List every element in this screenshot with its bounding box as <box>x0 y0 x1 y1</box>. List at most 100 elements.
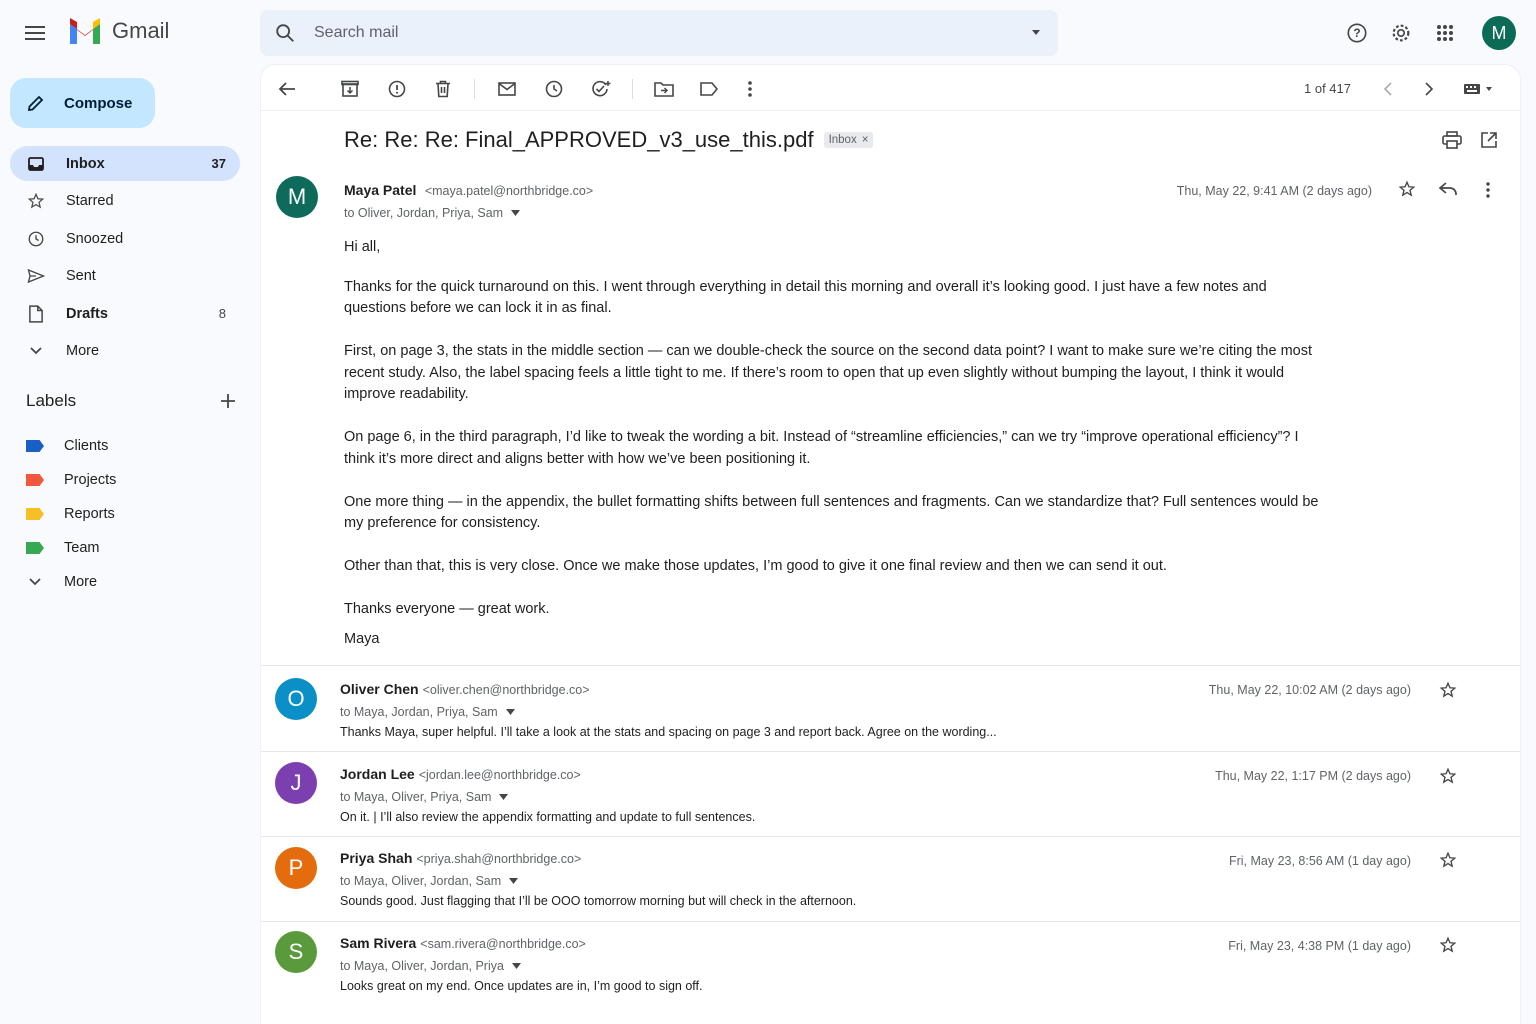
message-date: Thu, May 22, 10:02 AM (2 days ago) <box>1208 683 1411 697</box>
show-details-icon[interactable] <box>511 963 521 969</box>
message-date: Thu, May 22, 9:41 AM (2 days ago) <box>1176 184 1372 198</box>
remove-label-icon[interactable]: × <box>862 134 869 146</box>
star-icon[interactable] <box>1398 180 1416 198</box>
mark-unread-button[interactable] <box>495 77 519 101</box>
more-actions-button[interactable] <box>738 77 762 101</box>
add-label-icon[interactable] <box>220 393 236 409</box>
older-button[interactable] <box>1417 77 1441 101</box>
sidebar-item-starred[interactable]: Starred <box>10 184 240 219</box>
show-details-icon[interactable] <box>509 878 519 884</box>
message-snippet: Sounds good. Just flagging that I’ll be … <box>340 894 857 908</box>
account-avatar[interactable]: M <box>1482 16 1516 50</box>
label-item-projects[interactable]: Projects <box>10 463 240 497</box>
sidebar-item-label: Inbox <box>66 155 105 172</box>
message-body: Hi all, Thanks for the quick turnaround … <box>344 237 1324 672</box>
sidebar-item-sent[interactable]: Sent <box>10 259 240 294</box>
collapsed-message[interactable]: J Jordan Lee <jordan.lee@northbridge.co> … <box>261 751 1520 836</box>
avatar[interactable]: M <box>276 176 318 218</box>
subject-actions <box>1442 131 1498 149</box>
labels-more-label: More <box>64 574 98 590</box>
reply-icon[interactable] <box>1439 182 1457 196</box>
main-menu-button[interactable] <box>20 18 50 48</box>
task-add-icon <box>592 80 611 97</box>
settings-button[interactable] <box>1386 14 1416 52</box>
message-header: Sam Rivera <sam.rivera@northbridge.co> to… <box>340 935 703 993</box>
labels-more[interactable]: More <box>10 565 240 599</box>
labels-title: Labels <box>26 391 77 410</box>
message-snippet: Looks great on my end. Once updates are … <box>340 979 703 993</box>
avatar: J <box>275 762 317 804</box>
apps-button[interactable] <box>1430 14 1460 52</box>
open-new-window-icon[interactable] <box>1480 131 1498 149</box>
show-details-icon[interactable] <box>505 709 515 715</box>
chevron-down-icon <box>26 341 46 361</box>
label-item-team[interactable]: Team <box>10 531 240 565</box>
draft-icon <box>26 304 46 324</box>
body-paragraph: On page 6, in the third paragraph, I’d l… <box>344 429 1299 467</box>
show-details-icon[interactable] <box>499 794 509 800</box>
star-icon[interactable] <box>1439 681 1457 699</box>
support-button[interactable]: ? <box>1342 14 1372 52</box>
label-tag-icon <box>26 474 44 486</box>
message-panel: 1 of 417 Re: Re: Re: Final_APPROVED_v3_u… <box>260 64 1521 1024</box>
recipients-line: to Oliver, Jordan, Priya, Sam <box>344 206 593 220</box>
hamburger-icon <box>25 26 45 40</box>
star-icon <box>26 191 46 211</box>
labels-button[interactable] <box>697 77 721 101</box>
toolbar-divider <box>474 79 475 99</box>
gear-icon <box>1392 24 1410 42</box>
collapsed-message[interactable]: P Priya Shah <priya.shah@northbridge.co> … <box>261 836 1520 921</box>
search-options-icon[interactable] <box>1030 26 1042 38</box>
collapsed-message[interactable]: S Sam Rivera <sam.rivera@northbridge.co> … <box>261 921 1520 1024</box>
gmail-logo[interactable]: Gmail <box>68 18 169 44</box>
star-icon[interactable] <box>1439 936 1457 954</box>
arrow-left-icon <box>278 82 295 96</box>
toolbar-divider <box>632 79 633 99</box>
search-bar[interactable]: Search mail <box>260 10 1058 56</box>
recipients: to Maya, Oliver, Jordan, Priya <box>340 959 504 973</box>
sender-name[interactable]: Maya Patel <box>344 182 416 198</box>
labels-header: Labels <box>26 391 236 411</box>
collapsed-message[interactable]: O Oliver Chen <oliver.chen@northbridge.co… <box>261 665 1520 750</box>
label-icon <box>700 82 718 96</box>
sidebar-item-inbox[interactable]: Inbox 37 <box>10 146 240 181</box>
sender-email: <maya.patel@northbridge.co> <box>424 184 594 198</box>
apps-grid-icon <box>1437 25 1453 41</box>
search-input[interactable]: Search mail <box>314 24 398 42</box>
recipients: to Maya, Jordan, Priya, Sam <box>340 705 498 719</box>
newer-button[interactable] <box>1376 77 1400 101</box>
delete-button[interactable] <box>431 77 455 101</box>
archive-button[interactable] <box>338 77 362 101</box>
message-snippet: Thanks Maya, super helpful. I’ll take a … <box>340 725 997 739</box>
compose-button[interactable]: Compose <box>10 78 155 128</box>
star-icon[interactable] <box>1439 851 1457 869</box>
move-to-button[interactable] <box>652 77 676 101</box>
show-details-icon[interactable] <box>511 210 521 216</box>
search-icon[interactable] <box>274 22 296 44</box>
sidebar-item-drafts[interactable]: Drafts 8 <box>10 296 240 331</box>
label-item-reports[interactable]: Reports <box>10 497 240 531</box>
input-tools-button[interactable] <box>1461 77 1497 101</box>
report-spam-button[interactable] <box>385 77 409 101</box>
back-button[interactable] <box>275 77 299 101</box>
more-vert-icon[interactable] <box>1486 182 1490 198</box>
sidebar-item-more[interactable]: More <box>10 334 240 369</box>
pagination-count: 1 of 417 <box>1304 81 1351 96</box>
clock-icon <box>26 229 46 249</box>
inbox-count: 37 <box>211 156 226 171</box>
app-name: Gmail <box>112 18 170 43</box>
print-icon[interactable] <box>1442 131 1462 149</box>
add-to-tasks-button[interactable] <box>589 77 613 101</box>
folder-move-icon <box>654 82 674 97</box>
snooze-button[interactable] <box>542 77 566 101</box>
label-item-clients[interactable]: Clients <box>10 429 240 463</box>
sidebar-item-label: More <box>66 343 100 359</box>
sidebar-item-snoozed[interactable]: Snoozed <box>10 221 240 256</box>
chevron-right-icon <box>1425 82 1433 96</box>
avatar: P <box>275 847 317 889</box>
inbox-chip[interactable]: Inbox × <box>823 132 874 148</box>
sidebar-nav: Inbox 37 Starred Snoozed Sent Drafts 8 M… <box>10 146 240 371</box>
sender-name: Sam Rivera <box>340 935 417 951</box>
sidebar-item-label: Drafts <box>66 305 108 322</box>
star-icon[interactable] <box>1439 767 1457 785</box>
